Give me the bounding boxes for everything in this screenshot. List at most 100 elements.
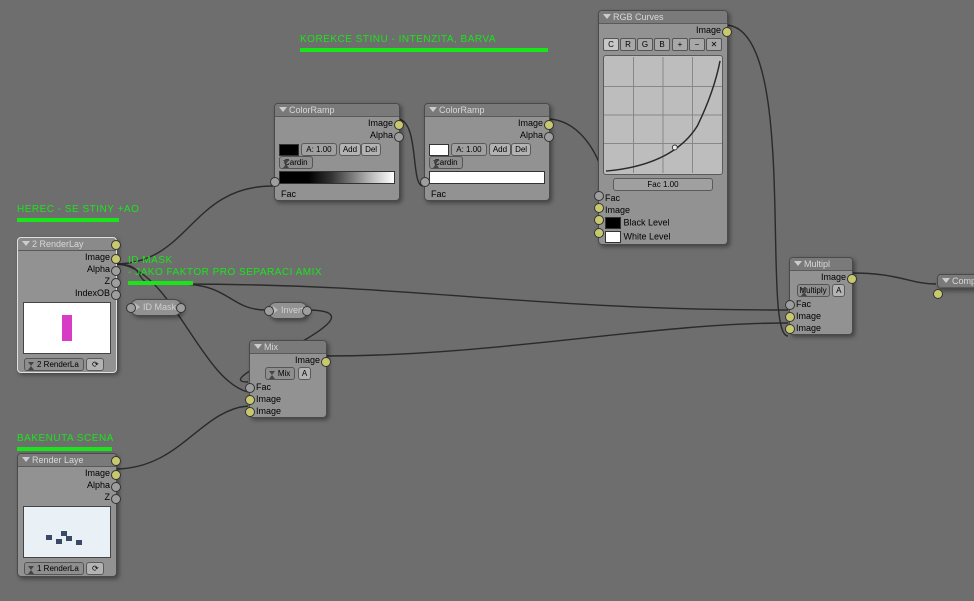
socket-out[interactable] bbox=[176, 303, 186, 313]
node-header[interactable]: Mix bbox=[250, 341, 326, 354]
layer-selector-row: 1 RenderLa ⟳ bbox=[18, 561, 116, 576]
collapse-icon[interactable] bbox=[254, 344, 262, 349]
collapse-icon[interactable] bbox=[429, 107, 437, 112]
socket-image-out[interactable] bbox=[847, 274, 857, 284]
socket-z-out[interactable] bbox=[111, 278, 121, 288]
socket-alpha-out[interactable] bbox=[394, 132, 404, 142]
socket-image-out[interactable] bbox=[544, 120, 554, 130]
fac-slider[interactable]: Fac 1.00 bbox=[613, 178, 713, 191]
node-id-mask[interactable]: ID Mask bbox=[130, 299, 182, 316]
node-title: Multipl bbox=[804, 259, 830, 269]
layer-menu[interactable]: 2 RenderLa bbox=[24, 358, 84, 371]
socket-in[interactable] bbox=[264, 306, 274, 316]
socket-fac-in[interactable] bbox=[420, 177, 430, 187]
collapse-icon[interactable] bbox=[942, 278, 950, 283]
socket-image-in[interactable] bbox=[933, 289, 943, 299]
socket-fac-in[interactable] bbox=[785, 300, 795, 310]
socket-fac-in[interactable] bbox=[245, 383, 255, 393]
blend-mode-menu[interactable]: Mix bbox=[265, 367, 295, 380]
refresh-icon[interactable]: ⟳ bbox=[86, 358, 104, 371]
black-swatch[interactable] bbox=[605, 217, 621, 229]
socket-alpha-out[interactable] bbox=[544, 132, 554, 142]
ramp-gradient[interactable] bbox=[429, 171, 545, 184]
socket-black-in[interactable] bbox=[594, 215, 604, 225]
socket-alpha-out[interactable] bbox=[111, 482, 121, 492]
del-button[interactable]: Del bbox=[511, 143, 531, 156]
fac-slider-row: Fac 1.00 bbox=[599, 177, 727, 192]
socket-image-out[interactable] bbox=[111, 254, 121, 264]
socket-fac-in[interactable] bbox=[270, 177, 280, 187]
tab-b[interactable]: B bbox=[654, 38, 670, 51]
color-swatch[interactable] bbox=[279, 144, 299, 156]
curve-editor[interactable] bbox=[603, 55, 723, 175]
socket-in[interactable] bbox=[126, 303, 136, 313]
alpha-field[interactable]: A: 1.00 bbox=[301, 143, 336, 156]
socket-image-out[interactable] bbox=[722, 27, 732, 37]
output-image: Image bbox=[275, 117, 399, 129]
socket-image1-in[interactable] bbox=[245, 395, 255, 405]
tab-c[interactable]: C bbox=[603, 38, 619, 51]
node-header[interactable]: Render Laye bbox=[18, 454, 116, 467]
alpha-toggle[interactable]: A bbox=[298, 367, 311, 380]
ramp-gradient[interactable] bbox=[279, 171, 395, 184]
blend-mode-menu[interactable]: Multiply bbox=[797, 284, 830, 297]
refresh-icon[interactable]: ⟳ bbox=[86, 562, 104, 575]
node-header[interactable]: ColorRamp bbox=[275, 104, 399, 117]
socket-image2-in[interactable] bbox=[245, 407, 255, 417]
zoom-out-icon[interactable]: − bbox=[689, 38, 705, 51]
output-alpha: Alpha bbox=[18, 479, 116, 491]
annotation-idmask-2: - JAKO FAKTOR PRO SEPARACI AMIX bbox=[128, 267, 322, 278]
tools-icon[interactable]: ✕ bbox=[706, 38, 722, 51]
socket-out[interactable] bbox=[302, 306, 312, 316]
node-header[interactable]: RGB Curves bbox=[599, 11, 727, 24]
node-colorramp-1[interactable]: ColorRamp Image Alpha A: 1.00 AddDel Car… bbox=[274, 103, 400, 201]
output-image: Image bbox=[425, 117, 549, 129]
tab-g[interactable]: G bbox=[637, 38, 653, 51]
add-button[interactable]: Add bbox=[489, 143, 511, 156]
socket-sphere-icon[interactable] bbox=[111, 240, 121, 250]
socket-z-out[interactable] bbox=[111, 494, 121, 504]
socket-image1-in[interactable] bbox=[785, 312, 795, 322]
node-colorramp-2[interactable]: ColorRamp Image Alpha A: 1.00 AddDel Car… bbox=[424, 103, 550, 201]
socket-indexob-out[interactable] bbox=[111, 290, 121, 300]
node-header[interactable]: ColorRamp bbox=[425, 104, 549, 117]
node-header[interactable]: 2 RenderLay bbox=[18, 238, 116, 251]
collapse-icon[interactable] bbox=[603, 14, 611, 19]
socket-image-out[interactable] bbox=[394, 120, 404, 130]
alpha-field[interactable]: A: 1.00 bbox=[451, 143, 486, 156]
input-white-level: White Level bbox=[599, 230, 727, 244]
node-composite[interactable]: Compo: bbox=[937, 274, 974, 289]
socket-image-out[interactable] bbox=[321, 357, 331, 367]
node-rgb-curves[interactable]: RGB Curves Image CRGB +−✕ Fac 1.00 Fac I… bbox=[598, 10, 728, 245]
add-button[interactable]: Add bbox=[339, 143, 361, 156]
node-mix[interactable]: Mix Image Mix A Fac Image Image bbox=[249, 340, 327, 418]
white-swatch[interactable] bbox=[605, 231, 621, 243]
render-preview bbox=[23, 302, 111, 354]
collapse-icon[interactable] bbox=[22, 457, 30, 462]
interp-menu[interactable]: Cardin bbox=[429, 156, 463, 169]
socket-sphere-icon[interactable] bbox=[111, 456, 121, 466]
zoom-in-icon[interactable]: + bbox=[672, 38, 688, 51]
node-multiply[interactable]: Multipl Image Multiply A Fac Image Image bbox=[789, 257, 853, 335]
interp-menu[interactable]: Cardin bbox=[279, 156, 313, 169]
node-header[interactable]: Compo: bbox=[938, 275, 974, 288]
node-header[interactable]: Multipl bbox=[790, 258, 852, 271]
tab-r[interactable]: R bbox=[620, 38, 636, 51]
annotation-baked-bar bbox=[17, 447, 112, 451]
collapse-icon[interactable] bbox=[794, 261, 802, 266]
node-invert[interactable]: Invert bbox=[268, 302, 308, 319]
socket-fac-in[interactable] bbox=[594, 191, 604, 201]
collapse-icon[interactable] bbox=[22, 241, 30, 246]
del-button[interactable]: Del bbox=[361, 143, 381, 156]
color-swatch[interactable] bbox=[429, 144, 449, 156]
socket-image-in[interactable] bbox=[594, 203, 604, 213]
node-render-layer-1[interactable]: Render Laye Image Alpha Z 1 RenderLa ⟳ bbox=[17, 453, 117, 577]
socket-alpha-out[interactable] bbox=[111, 266, 121, 276]
node-render-layer-2[interactable]: 2 RenderLay Image Alpha Z IndexOB 2 Rend… bbox=[17, 237, 117, 373]
socket-image2-in[interactable] bbox=[785, 324, 795, 334]
collapse-icon[interactable] bbox=[279, 107, 287, 112]
alpha-toggle[interactable]: A bbox=[832, 284, 845, 297]
layer-menu[interactable]: 1 RenderLa bbox=[24, 562, 84, 575]
socket-image-out[interactable] bbox=[111, 470, 121, 480]
socket-white-in[interactable] bbox=[594, 228, 604, 238]
